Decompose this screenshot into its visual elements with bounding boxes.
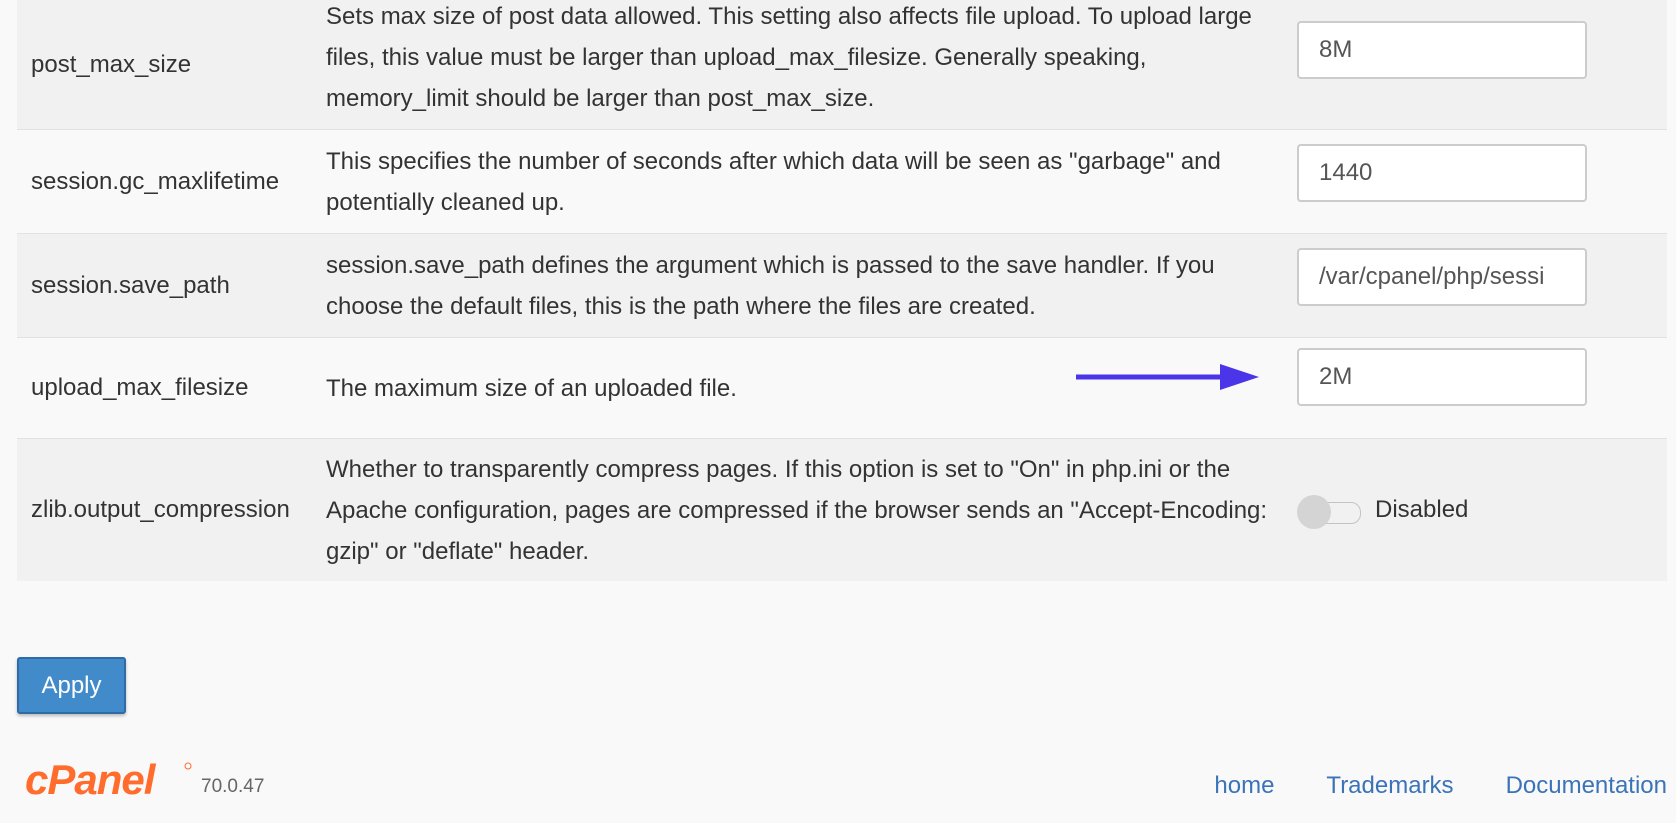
session-gc-maxlifetime-input[interactable]: [1297, 143, 1587, 202]
footer-links: home Trademarks Documentation: [1214, 772, 1667, 800]
setting-row-session-gc-maxlifetime: session.gc_maxlifetime This specifies th…: [17, 130, 1667, 234]
svg-text:cPanel: cPanel: [25, 758, 157, 803]
session-save-path-input[interactable]: [1297, 247, 1587, 306]
setting-row-post-max-size: post_max_size Sets max size of post data…: [17, 0, 1667, 130]
setting-row-zlib-output-compression: zlib.output_compression Whether to trans…: [17, 439, 1667, 581]
setting-value-cell: Disabled: [1291, 495, 1667, 529]
setting-value-cell: [1291, 20, 1667, 79]
setting-value-cell: [1076, 348, 1667, 406]
upload-max-filesize-input[interactable]: [1297, 348, 1587, 406]
toggle-state-label: Disabled: [1375, 496, 1469, 523]
footer-link-documentation[interactable]: Documentation: [1506, 772, 1667, 800]
version-number: 70.0.47: [201, 776, 265, 797]
footer-link-home[interactable]: home: [1214, 772, 1274, 800]
setting-name: upload_max_filesize: [31, 374, 249, 401]
zlib-output-compression-toggle[interactable]: [1297, 495, 1361, 529]
cpanel-logo[interactable]: cPanel: [25, 758, 195, 803]
setting-value-cell: [1291, 143, 1667, 202]
apply-button[interactable]: Apply: [17, 657, 126, 714]
post-max-size-input[interactable]: [1297, 20, 1587, 79]
toggle-knob-icon: [1297, 495, 1331, 529]
setting-description: This specifies the number of seconds aft…: [326, 147, 1221, 216]
setting-row-session-save-path: session.save_path session.save_path defi…: [17, 234, 1667, 338]
setting-description: Whether to transparently compress pages.…: [326, 455, 1268, 565]
setting-name: zlib.output_compression: [31, 496, 290, 523]
setting-name: session.save_path: [31, 271, 230, 299]
setting-value-cell: [1291, 247, 1667, 306]
php-settings-table: post_max_size Sets max size of post data…: [17, 0, 1667, 581]
setting-name: session.gc_maxlifetime: [31, 167, 280, 195]
setting-row-upload-max-filesize: upload_max_filesize The maximum size of …: [17, 338, 1667, 439]
setting-description: Sets max size of post data allowed. This…: [326, 3, 1252, 112]
arrow-right-icon: [1076, 364, 1259, 390]
setting-name: post_max_size: [31, 50, 192, 78]
setting-description: session.save_path defines the argument w…: [326, 251, 1215, 320]
footer-link-trademarks[interactable]: Trademarks: [1326, 772, 1453, 800]
